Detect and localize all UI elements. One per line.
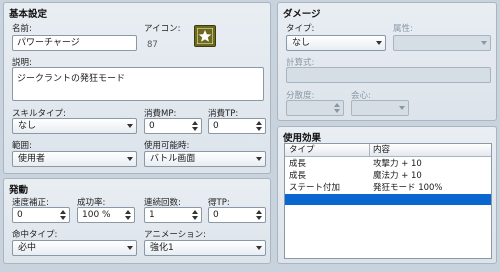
effects-title: 使用効果 [283, 133, 322, 144]
chevron-down-icon [127, 124, 133, 128]
scope-label: 範囲: [12, 141, 32, 151]
chevron-down-icon [481, 41, 487, 45]
speed-stepper[interactable]: 0 [12, 207, 70, 223]
repeat-stepper[interactable]: 1 [144, 207, 202, 223]
repeat-value: 1 [149, 210, 155, 220]
occasion-label: 使用可能時: [144, 141, 190, 151]
damage-type-label: タイプ: [286, 24, 315, 34]
spin-up-icon[interactable] [334, 103, 340, 107]
icon-index: 87 [147, 40, 158, 50]
success-rate-stepper[interactable]: 100 % [77, 207, 135, 223]
occasion-value: バトル画面 [150, 154, 196, 164]
spin-down-icon[interactable] [192, 127, 198, 131]
spin-down-icon[interactable] [256, 216, 262, 220]
effects-panel: 使用効果 タイプ 内容 成長 攻撃力 + 10 成長 魔法力 + 10 ステート… [277, 126, 497, 264]
table-row[interactable]: ステート付加 発狂モード 100% [285, 182, 491, 194]
chevron-down-icon [127, 157, 133, 161]
tp-cost-value: 0 [213, 121, 219, 131]
hit-type-label: 命中タイプ: [12, 230, 58, 240]
formula-input[interactable] [286, 67, 491, 83]
skill-type-select[interactable]: なし [12, 118, 137, 134]
skill-type-value: なし [18, 121, 37, 131]
effect-content: 発狂モード 100% [373, 183, 443, 193]
name-label: 名前: [12, 24, 32, 34]
spin-down-icon[interactable] [256, 127, 262, 131]
spin-down-icon[interactable] [334, 109, 340, 113]
spin-down-icon[interactable] [192, 216, 198, 220]
damage-type-select[interactable]: なし [286, 35, 386, 51]
col-content-header: 内容 [373, 145, 391, 155]
effect-type: 成長 [289, 171, 307, 181]
tp-gain-stepper[interactable]: 0 [208, 207, 266, 223]
success-rate-value: 100 % [82, 210, 111, 220]
table-row-selected[interactable] [285, 194, 491, 205]
col-type-header: タイプ [289, 145, 315, 155]
description-textarea[interactable]: ジークラントの発狂モード [12, 67, 264, 101]
chevron-down-icon [127, 246, 133, 250]
spin-up-icon[interactable] [256, 121, 262, 125]
spin-up-icon[interactable] [60, 210, 66, 214]
effect-content: 攻撃力 + 10 [373, 159, 422, 169]
mp-cost-stepper[interactable]: 0 [144, 118, 202, 134]
effect-type: ステート付加 [289, 183, 341, 193]
invocation-title: 発動 [9, 185, 29, 196]
effects-table-header: タイプ 内容 [285, 144, 491, 157]
chevron-down-icon [399, 106, 405, 110]
speed-value: 0 [17, 210, 23, 220]
variance-stepper[interactable] [286, 100, 344, 116]
effects-table[interactable]: タイプ 内容 成長 攻撃力 + 10 成長 魔法力 + 10 ステート付加 発狂… [284, 143, 492, 259]
critical-select[interactable] [351, 100, 409, 116]
spin-up-icon[interactable] [192, 210, 198, 214]
scope-value: 使用者 [18, 154, 46, 164]
tp-gain-value: 0 [213, 210, 219, 220]
chevron-down-icon [256, 246, 262, 250]
mp-cost-value: 0 [149, 121, 155, 131]
effect-content: 魔法力 + 10 [373, 171, 422, 181]
spin-down-icon[interactable] [125, 216, 131, 220]
damage-title: ダメージ [283, 9, 321, 20]
animation-select[interactable]: 強化1 [144, 240, 266, 256]
effect-type: 成長 [289, 159, 307, 169]
icon-label: アイコン: [144, 24, 181, 34]
animation-value: 強化1 [150, 243, 174, 253]
basic-settings-panel: 基本設定 名前: パワーチャージ アイコン: 87 説明: ジークラントの発狂モ… [3, 2, 271, 174]
chevron-down-icon [256, 157, 262, 161]
damage-panel: ダメージ タイプ: なし 属性: 計算式: 分散度: 会心: [277, 2, 497, 121]
star-icon [197, 28, 213, 44]
spin-up-icon[interactable] [192, 121, 198, 125]
hit-type-select[interactable]: 必中 [12, 240, 137, 256]
animation-label: アニメーション: [144, 230, 207, 240]
scope-select[interactable]: 使用者 [12, 151, 137, 167]
icon-picker-button[interactable] [194, 25, 216, 47]
occasion-select[interactable]: バトル画面 [144, 151, 266, 167]
chevron-down-icon [376, 41, 382, 45]
hit-type-value: 必中 [18, 243, 37, 253]
spin-down-icon[interactable] [60, 216, 66, 220]
spin-up-icon[interactable] [256, 210, 262, 214]
tp-cost-stepper[interactable]: 0 [208, 118, 266, 134]
spin-up-icon[interactable] [125, 210, 131, 214]
table-row[interactable]: 成長 攻撃力 + 10 [285, 158, 491, 170]
damage-type-value: なし [292, 38, 311, 48]
table-row[interactable]: 成長 魔法力 + 10 [285, 170, 491, 182]
element-select[interactable] [393, 35, 491, 51]
name-input[interactable]: パワーチャージ [12, 35, 137, 51]
invocation-panel: 発動 速度補正: 0 成功率: 100 % 連続回数: 1 得TP: 0 命中タ… [3, 178, 271, 264]
element-label: 属性: [393, 24, 413, 34]
basic-settings-title: 基本設定 [9, 9, 48, 20]
